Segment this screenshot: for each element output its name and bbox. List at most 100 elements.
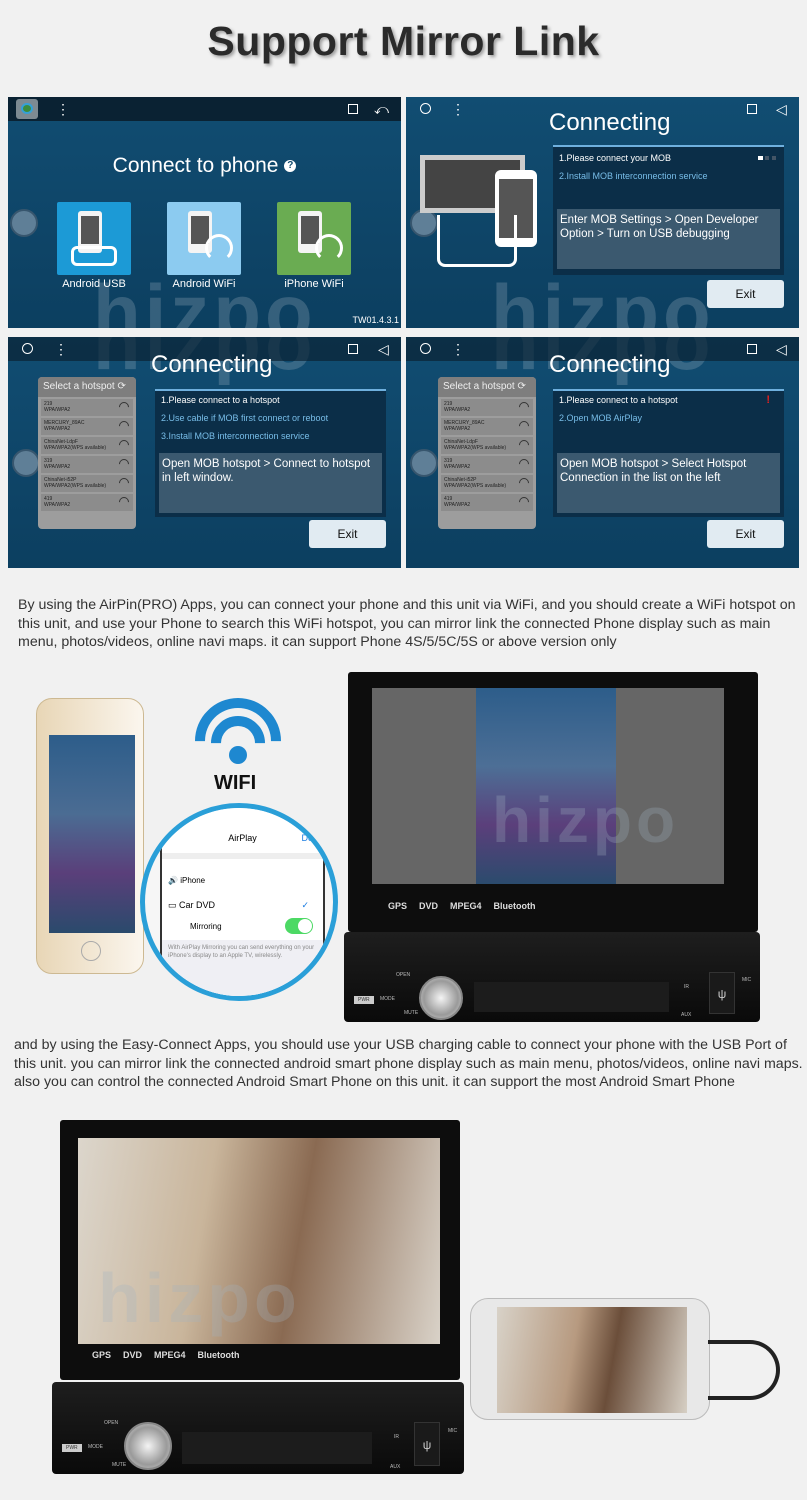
back-icon[interactable]: ◁ [776, 341, 787, 357]
step: 2.Install MOB interconnection service [559, 171, 708, 181]
status-bar: ⋮ ⤺ [8, 97, 401, 121]
connect-to-phone-screen: hizpo ⋮ ⤺ Connect to phone ? Android USB… [8, 97, 401, 328]
hotspot-list-header: Select a hotspot [443, 381, 515, 392]
app-icon[interactable] [16, 99, 38, 119]
usb-port-icon[interactable]: ψ [414, 1422, 440, 1466]
floating-home-button[interactable] [10, 209, 38, 237]
airplay-title: AirPlay [228, 833, 257, 843]
bluetooth-badge: Bluetooth [493, 901, 536, 911]
hotspot-item[interactable]: 219 WPA/WPA2 [441, 399, 533, 416]
step: 1.Please connect to a hotspot [161, 395, 280, 405]
floating-home-button[interactable] [410, 449, 438, 477]
iphone-wifi-connecting-screen: hizpo ⋮ ◁ Select a hotspot ⟳ 219 WPA/WPA2… [406, 337, 799, 568]
mute-button[interactable]: MUTE [404, 1010, 418, 1016]
home-icon[interactable] [420, 103, 431, 114]
hotspot-item[interactable]: MERCURY_89AC WPA/WPA2 [41, 418, 133, 435]
steps-box: 1.Please connect your MOB 2.Install MOB … [553, 145, 784, 275]
airpin-description: By using the AirPin(PRO) Apps, you can c… [18, 597, 796, 650]
recent-apps-icon[interactable] [348, 344, 358, 354]
watermark: hizpo [491, 268, 715, 328]
menu-dots-icon[interactable]: ⋮ [54, 341, 68, 357]
volume-knob[interactable] [419, 976, 463, 1020]
power-button[interactable]: PWR [354, 996, 374, 1004]
lcd-display [474, 982, 669, 1012]
hotspot-item[interactable]: MERCURY_89AC WPA/WPA2 [441, 418, 533, 435]
aux-port[interactable]: AUX [681, 1012, 691, 1018]
floating-home-button[interactable] [12, 449, 40, 477]
refresh-icon[interactable]: ⟳ [118, 381, 126, 392]
recent-apps-icon[interactable] [348, 104, 358, 114]
recent-apps-icon[interactable] [747, 104, 757, 114]
menu-dots-icon[interactable]: ⋮ [451, 341, 465, 357]
hotspot-item[interactable]: ChinaNet-LdpF WPA/WPA2(WPS available) [441, 437, 533, 454]
hotspot-item[interactable]: 319 WPA/WPA2 [441, 456, 533, 473]
open-button[interactable]: OPEN [396, 972, 410, 978]
hotspot-item[interactable]: ChinaNet-i52P WPA/WPA2(WPS available) [441, 475, 533, 492]
back-icon[interactable]: ⤺ [374, 101, 389, 117]
easy-connect-description: and by using the Easy-Connect Apps, you … [14, 1037, 803, 1090]
iphone-wifi-option[interactable] [277, 202, 351, 275]
floating-home-button[interactable] [410, 209, 438, 237]
hotspot-item[interactable]: 319 WPA/WPA2 [41, 456, 133, 473]
hotspot-item[interactable]: 419 WPA/WPA2 [441, 494, 533, 511]
power-button[interactable]: PWR [62, 1444, 82, 1452]
hotspot-security: WPA/WPA2(WPS available) [444, 483, 507, 489]
aux-port[interactable]: AUX [390, 1464, 400, 1470]
menu-dots-icon[interactable]: ⋮ [451, 101, 465, 117]
done-button[interactable]: Done [301, 833, 323, 843]
mirroring-toggle[interactable] [285, 918, 313, 934]
airplay-device-car-dvd[interactable]: ▭ Car DVD [168, 900, 215, 911]
wifi-icon [195, 698, 281, 768]
screen-title: Connecting [549, 109, 671, 136]
speaker-icon: 🔊 [168, 876, 178, 885]
mode-button[interactable]: MODE [380, 996, 395, 1002]
exit-button[interactable]: Exit [707, 280, 784, 308]
instruction-message: Enter MOB Settings > Open Developer Opti… [557, 209, 780, 269]
hotspot-item[interactable]: ChinaNet-LdpF WPA/WPA2(WPS available) [41, 437, 133, 454]
option-label: Android WiFi [172, 278, 236, 290]
mute-button[interactable]: MUTE [112, 1462, 126, 1468]
step: 1.Please connect to a hotspot [559, 395, 678, 405]
refresh-icon[interactable]: ⟳ [518, 381, 526, 392]
home-button [81, 941, 101, 961]
hotspot-item[interactable]: ChinaNet-i52P WPA/WPA2(WPS available) [41, 475, 133, 492]
usb-port-icon[interactable]: ψ [709, 972, 735, 1014]
hotspot-security: WPA/WPA2(WPS available) [444, 445, 507, 451]
airplay-dialog: AirPlay Done 🔊 iPhone ▭ Car DVD ✓ Mirror… [160, 808, 325, 996]
open-button[interactable]: OPEN [104, 1420, 118, 1426]
volume-knob[interactable] [124, 1422, 172, 1470]
usb-cable [708, 1340, 780, 1400]
home-icon[interactable] [420, 343, 431, 354]
screen-title: Connect to phone [112, 154, 279, 177]
exit-button[interactable]: Exit [309, 520, 386, 548]
hotspot-item[interactable]: 419 WPA/WPA2 [41, 494, 133, 511]
home-icon[interactable] [22, 343, 33, 354]
hotspot-security: WPA/WPA2 [44, 407, 71, 413]
wireless-signal-icon [315, 234, 343, 262]
feature-badges: GPS DVD MPEG4 Bluetooth [388, 901, 536, 911]
gps-badge: GPS [388, 901, 408, 911]
instruction-message: Open MOB hotspot > Select Hotspot Connec… [557, 453, 780, 513]
recent-apps-icon[interactable] [747, 344, 757, 354]
android-wifi-option[interactable] [167, 202, 241, 275]
feature-badges: GPS DVD MPEG4 Bluetooth [92, 1350, 240, 1360]
phone-photo-screen [497, 1307, 687, 1413]
mirrored-photo-screen: hizpo [78, 1138, 440, 1344]
hotspot-item[interactable]: 219 WPA/WPA2 [41, 399, 133, 416]
question-circle-icon[interactable]: ? [284, 160, 297, 173]
wifi-label: WIFI [214, 772, 257, 794]
game-screen [49, 735, 135, 933]
back-icon[interactable]: ◁ [378, 341, 389, 357]
hotspot-list: Select a hotspot ⟳ 219 WPA/WPA2 MERCURY_89… [38, 377, 136, 529]
menu-dots-icon[interactable]: ⋮ [56, 101, 70, 117]
back-icon[interactable]: ◁ [776, 101, 787, 117]
exit-button[interactable]: Exit [707, 520, 784, 548]
airplay-device-iphone[interactable]: 🔊 iPhone [168, 876, 205, 885]
hotspot-list: Select a hotspot ⟳ 219 WPA/WPA2 MERCURY_89… [438, 377, 536, 529]
instruction-message: Open MOB hotspot > Connect to hotspot in… [159, 453, 382, 513]
android-phone-illustration [470, 1298, 710, 1420]
mode-button[interactable]: MODE [88, 1444, 103, 1450]
android-usb-option[interactable] [57, 202, 131, 275]
head-unit-faceplate: OPEN PWR MODE MUTE IR AUX ψ MIC [52, 1382, 464, 1474]
checkmark-icon: ✓ [301, 900, 309, 910]
